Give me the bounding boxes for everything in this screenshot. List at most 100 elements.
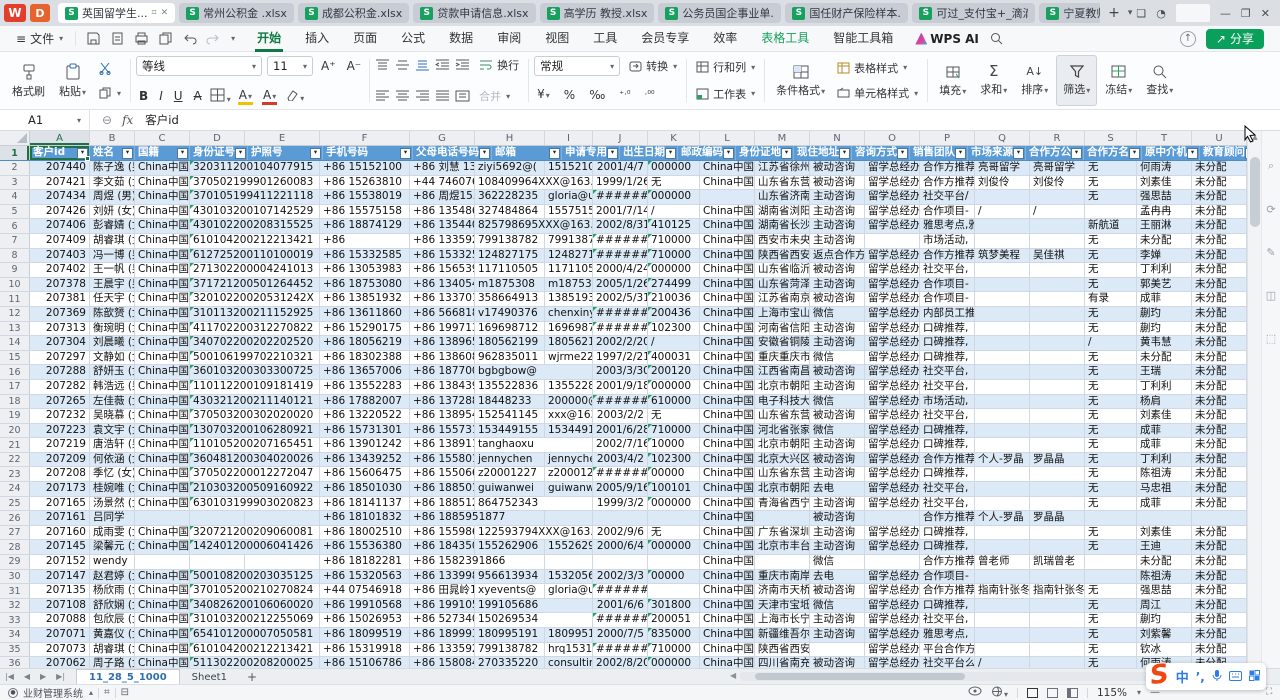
cell-F6[interactable]: +86 18874129 <box>320 219 410 233</box>
restore-button[interactable]: ❐ <box>1241 7 1251 20</box>
cell-N33[interactable]: 主动咨询 <box>810 613 865 627</box>
cell-T33[interactable]: 蒯玓 <box>1137 613 1192 627</box>
cell-N9[interactable]: 被动咨询 <box>810 263 865 277</box>
cell-L24[interactable]: China中国 <box>700 482 755 496</box>
cell-D4[interactable]: 370105199411221118 <box>190 190 320 204</box>
header-cell-P1[interactable]: 市场来源▾ <box>968 146 1026 160</box>
cell-M8[interactable]: 陕西省西安 <box>755 249 810 263</box>
cell-L33[interactable]: China中国 <box>700 613 755 627</box>
cell-B34[interactable]: 黄嘉仪 (女 <box>90 628 135 642</box>
menu-item-5[interactable]: 审阅 <box>485 26 533 52</box>
cell-D10[interactable]: 371721200501264452 <box>190 278 320 292</box>
cell-P27[interactable]: 口碑推荐, <box>920 526 975 540</box>
cell-T8[interactable]: 李婵 <box>1137 249 1192 263</box>
cell-N25[interactable]: 主动咨询 <box>810 497 865 511</box>
cell-L11[interactable]: China中国 <box>700 292 755 306</box>
filter-dropdown-icon[interactable]: ▾ <box>955 148 966 159</box>
cell-D26[interactable] <box>190 511 245 525</box>
column-header-J[interactable]: J <box>593 131 648 145</box>
cell-D19[interactable]: 370503200302020020 <box>190 409 320 423</box>
menu-item-9[interactable]: 效率 <box>701 26 749 52</box>
cell-U32[interactable]: 未分配 <box>1192 599 1247 613</box>
sync-screen-icon[interactable]: ⌗ <box>152 8 157 18</box>
cell-L13[interactable]: China中国 <box>700 322 755 336</box>
cell-D18[interactable]: 430321200211140121 <box>190 395 320 409</box>
cell-L16[interactable]: China中国 <box>700 365 755 379</box>
cell-M23[interactable]: 山东省东营 <box>755 467 810 481</box>
cell-A19[interactable]: 207232 <box>30 409 90 423</box>
header-cell-T1[interactable]: 教育顾问▾ <box>1200 146 1247 160</box>
cell-C11[interactable]: China中国 <box>135 292 190 306</box>
cell-N3[interactable]: 被动咨询 <box>810 176 865 190</box>
cell-U16[interactable]: 未分配 <box>1192 365 1247 379</box>
cell-I5[interactable]: 155751588 <box>545 205 593 219</box>
cell-S5[interactable] <box>1085 205 1137 219</box>
cell-B18[interactable]: 左佳薇 (女 <box>90 395 135 409</box>
ime-mic-icon[interactable] <box>1212 669 1222 685</box>
cell-U18[interactable]: 未分配 <box>1192 395 1247 409</box>
cell-R8[interactable]: 吴佳祺 <box>1030 249 1085 263</box>
column-header-U[interactable]: U <box>1192 131 1247 145</box>
row-header-36[interactable]: 36 <box>0 657 30 668</box>
cell-N4[interactable]: 主动咨询 <box>810 190 865 204</box>
cell-F10[interactable]: +86 18753080 <box>320 278 410 292</box>
cell-D6[interactable]: 430102200208315525 <box>190 219 320 233</box>
cell-N10[interactable]: 主动咨询 <box>810 278 865 292</box>
header-cell-G1[interactable]: 父母电话号码▾ <box>413 146 492 160</box>
cell-R31[interactable]: 指南针张冬 <box>1030 584 1085 598</box>
cell-S13[interactable]: 无 <box>1085 322 1137 336</box>
header-cell-F1[interactable]: 手机号码▾ <box>323 146 413 160</box>
fx-icon[interactable]: fx <box>122 113 133 127</box>
cell-O6[interactable]: 留学总经办 <box>865 219 920 233</box>
cell-C27[interactable]: China中国 <box>135 526 190 540</box>
menu-item-2[interactable]: 页面 <box>341 26 389 52</box>
cell-O2[interactable]: 留学总经办 <box>865 161 920 175</box>
cell-B11[interactable]: 任天宇 (女 <box>90 292 135 306</box>
cell-G36[interactable]: +86 1580841099 <box>410 657 475 668</box>
cell-K14[interactable]: / <box>648 336 700 350</box>
cell-A4[interactable]: 207434 <box>30 190 90 204</box>
cell-P6[interactable]: 雅思考点,雅 <box>920 219 975 233</box>
cell-L9[interactable]: China中国 <box>700 263 755 277</box>
cell-D35[interactable]: 610104200212213421 <box>190 643 320 657</box>
cell-K11[interactable]: 210036 <box>648 292 700 306</box>
cell-H11[interactable]: 358664913 <box>475 292 545 306</box>
cell-N35[interactable] <box>810 643 865 657</box>
cell-J5[interactable]: 2001/7/14 <box>593 205 648 219</box>
panel-edit-icon[interactable]: ✎ <box>1266 246 1275 259</box>
cell-B3[interactable]: 李文茹 (女 <box>90 176 135 190</box>
cell-T21[interactable]: 成菲 <box>1137 438 1192 452</box>
header-cell-O1[interactable]: 销售团队▾ <box>910 146 968 160</box>
cell-N28[interactable]: 主动咨询 <box>810 540 865 554</box>
cell-O24[interactable]: 留学总经办 <box>865 482 920 496</box>
cell-U14[interactable]: 未分配 <box>1192 336 1247 350</box>
cell-Q35[interactable] <box>975 643 1030 657</box>
cell-I15[interactable]: wjrme221@ <box>545 351 593 365</box>
column-header-B[interactable]: B <box>90 131 135 145</box>
cell-T7[interactable]: 未分配 <box>1137 234 1192 248</box>
formula-content[interactable]: 客户id <box>145 112 179 128</box>
row-header-35[interactable]: 35 <box>0 643 30 657</box>
cell-G28[interactable]: +86 1843505000 <box>410 540 475 554</box>
cell-K31[interactable] <box>648 584 700 598</box>
cell-L7[interactable]: China中国 <box>700 234 755 248</box>
bold-button[interactable]: B <box>136 87 151 105</box>
cell-F13[interactable]: +86 15290175 <box>320 322 410 336</box>
cell-U28[interactable]: 未分配 <box>1192 540 1247 554</box>
cell-F29[interactable]: +86 18182281 <box>320 555 410 569</box>
cell-U20[interactable]: 未分配 <box>1192 424 1247 438</box>
cell-K8[interactable]: 710000 <box>648 249 700 263</box>
cell-O23[interactable]: 留学总经办 <box>865 467 920 481</box>
cell-C15[interactable]: China中国 <box>135 351 190 365</box>
cell-J13[interactable]: ######## <box>593 322 648 336</box>
cell-O15[interactable]: 留学总经办 <box>865 351 920 365</box>
cell-R25[interactable] <box>1030 497 1085 511</box>
cell-C5[interactable]: China中国 <box>135 205 190 219</box>
save-icon[interactable] <box>86 31 101 46</box>
row-header-24[interactable]: 24 <box>0 482 30 496</box>
cell-N7[interactable]: 主动咨询 <box>810 234 865 248</box>
cell-R6[interactable] <box>1030 219 1085 233</box>
increase-decimal-button[interactable]: ⁺·⁰ <box>616 86 633 104</box>
filter-dropdown-icon[interactable]: ▾ <box>549 148 560 159</box>
cell-N12[interactable]: 微信 <box>810 307 865 321</box>
